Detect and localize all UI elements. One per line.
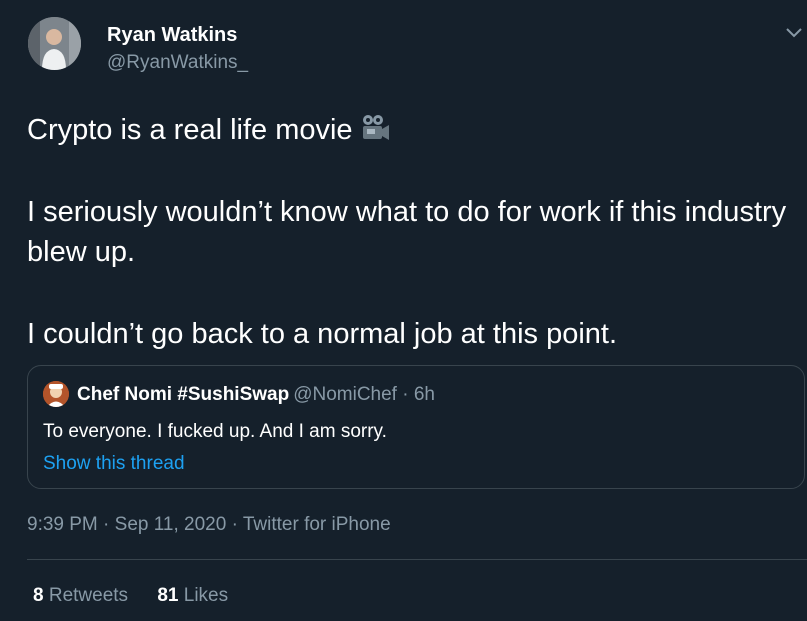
quoted-author-name: Chef Nomi #SushiSwap	[77, 384, 290, 405]
divider	[27, 559, 807, 560]
likes-count: 81	[157, 585, 179, 606]
tweet-time[interactable]: 9:39 PM	[27, 514, 98, 535]
show-thread-link[interactable]: Show this thread	[43, 453, 185, 475]
tweet-line-3: I couldn’t go back to a normal job at th…	[27, 318, 618, 350]
tweet-line-2: I seriously wouldn’t know what to do for…	[27, 196, 787, 268]
author-name[interactable]: Ryan Watkins	[107, 24, 237, 47]
retweets-label: Retweets	[48, 585, 129, 606]
likes-label: Likes	[183, 585, 229, 606]
quoted-tweet-card[interactable]: Chef Nomi #SushiSwap @NomiChef · 6h To ev…	[27, 365, 805, 489]
tweet-text: Crypto is a real life movie I seriously …	[27, 110, 787, 354]
quoted-tweet-text: To everyone. I fucked up. And I am sorry…	[43, 421, 387, 442]
retweets-count: 8	[33, 585, 44, 606]
tweet-line-1: Crypto is a real life movie	[27, 110, 787, 150]
tweet-date[interactable]: Sep 11, 2020	[115, 514, 227, 535]
quoted-avatar-icon	[43, 381, 69, 407]
quoted-author-avatar	[43, 381, 69, 407]
quoted-author-handle-time: @NomiChef · 6h	[293, 384, 435, 405]
quoted-tweet-header: Chef Nomi #SushiSwap @NomiChef · 6h	[77, 384, 435, 406]
tweet-line-1-text: Crypto is a real life movie	[27, 114, 353, 146]
meta-separator-2: ·	[226, 514, 243, 535]
tweet-metadata: 9:39 PM · Sep 11, 2020 · Twitter for iPh…	[27, 514, 391, 536]
author-handle[interactable]: @RyanWatkins_	[107, 52, 248, 74]
tweet-stats: 8 Retweets 81 Likes	[33, 585, 252, 607]
tweet-source[interactable]: Twitter for iPhone	[243, 514, 391, 535]
author-avatar[interactable]	[28, 17, 81, 70]
movie-camera-icon	[362, 115, 389, 140]
chevron-down-icon[interactable]	[785, 26, 803, 40]
avatar-photo-icon	[28, 17, 81, 70]
meta-separator-1: ·	[97, 514, 115, 535]
likes-stat[interactable]: 81 Likes	[157, 585, 228, 606]
retweets-stat[interactable]: 8 Retweets	[33, 585, 128, 606]
